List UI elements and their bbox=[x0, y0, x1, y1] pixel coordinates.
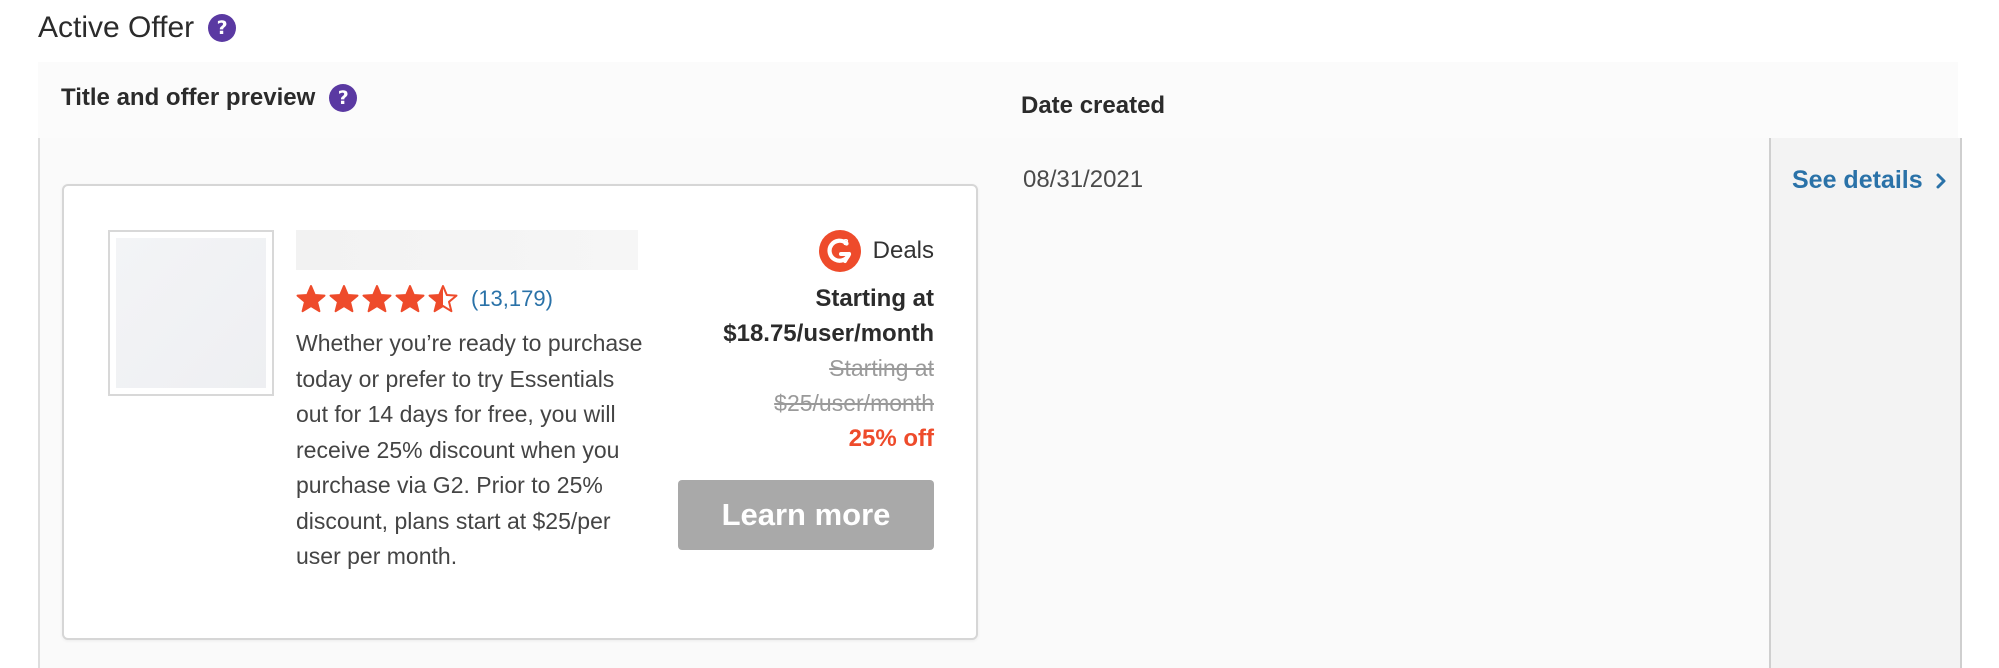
learn-more-button[interactable]: Learn more bbox=[678, 480, 934, 550]
original-price-line1: Starting at bbox=[829, 355, 934, 381]
rating: (13,179) bbox=[296, 282, 553, 316]
see-details-label[interactable]: See details bbox=[1792, 166, 1923, 195]
star-full-icon bbox=[362, 285, 392, 313]
price-block: Starting at $18.75/user/month Starting a… bbox=[654, 281, 934, 456]
table-header: Title and offer preview ? Date created bbox=[38, 62, 1958, 140]
column-header-title-preview-label: Title and offer preview bbox=[61, 84, 316, 111]
current-price-line2: $18.75/user/month bbox=[723, 320, 934, 347]
current-price: Starting at $18.75/user/month bbox=[654, 281, 934, 351]
g2-deals-brand: 2 Deals bbox=[818, 230, 934, 272]
svg-text:2: 2 bbox=[843, 238, 849, 247]
original-price: Starting at $25/user/month bbox=[654, 351, 934, 421]
help-icon[interactable]: ? bbox=[329, 84, 358, 112]
discount-label: 25% off bbox=[848, 425, 934, 452]
offer-preview-card: (13,179) Whether you’re ready to purchas… bbox=[62, 184, 978, 640]
star-half-icon bbox=[428, 285, 458, 313]
actions-cell: See details bbox=[1769, 138, 1962, 668]
current-price-line1: Starting at bbox=[815, 285, 934, 312]
column-header-date-created: Date created bbox=[1021, 92, 1166, 119]
star-rating bbox=[296, 284, 458, 314]
chevron-right-icon bbox=[1936, 173, 1946, 188]
review-count[interactable]: (13,179) bbox=[471, 286, 553, 312]
product-image-placeholder bbox=[108, 230, 274, 396]
date-created-value: 08/31/2021 bbox=[1023, 166, 1144, 193]
star-full-icon bbox=[395, 285, 425, 313]
column-header-title-preview: Title and offer preview ? bbox=[61, 84, 358, 112]
see-details-link[interactable]: See details bbox=[1792, 166, 1947, 195]
section-header: Active Offer ? bbox=[38, 6, 237, 50]
product-title-placeholder bbox=[296, 230, 638, 270]
deals-label: Deals bbox=[872, 237, 934, 264]
star-full-icon bbox=[329, 285, 359, 313]
offer-description: Whether you’re ready to purchase today o… bbox=[296, 330, 643, 569]
star-full-icon bbox=[296, 285, 326, 313]
help-icon[interactable]: ? bbox=[208, 14, 237, 42]
g2-logo-icon: 2 bbox=[818, 230, 861, 272]
original-price-line2: $25/user/month bbox=[774, 390, 934, 416]
page-title: Active Offer bbox=[38, 11, 195, 44]
